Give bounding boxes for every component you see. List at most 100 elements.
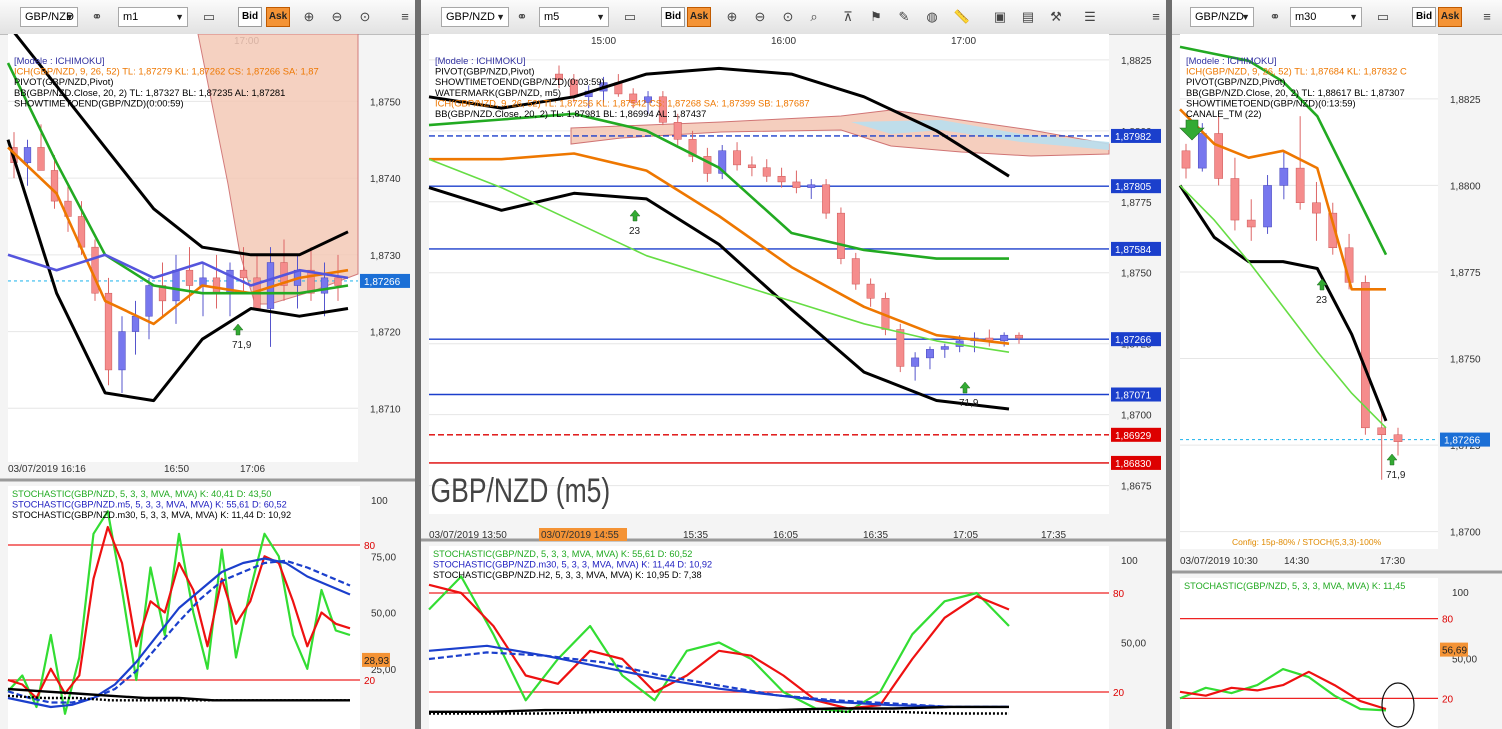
draw-icon[interactable]: ✎ xyxy=(895,7,913,27)
indicator-icon[interactable]: ⊼ xyxy=(839,7,857,27)
legend-line: PIVOT(GBP/NZD,Pivot) xyxy=(1186,76,1286,87)
oscillator-current-label: 28,93 xyxy=(364,656,389,667)
candle xyxy=(851,258,860,285)
zoom-reset-icon[interactable]: ⊙ xyxy=(356,7,374,27)
oscillator-tick-label: 50,00 xyxy=(371,609,396,620)
zoom-out-icon[interactable]: ⊖ xyxy=(751,7,769,27)
image-icon[interactable]: ▣ xyxy=(991,7,1009,27)
oscillator-tick-label: 100 xyxy=(1121,556,1138,567)
timeframe-select[interactable]: m1 ▼ xyxy=(118,7,188,27)
candle xyxy=(131,315,140,332)
bid-button[interactable]: Bid xyxy=(661,7,685,27)
candle xyxy=(1230,178,1240,221)
candle xyxy=(1214,133,1223,179)
current-price-label: 1,87266 xyxy=(364,277,401,288)
candle xyxy=(185,269,194,286)
chart-type-icon[interactable]: ▭ xyxy=(1374,7,1392,27)
candle xyxy=(1181,150,1191,169)
candle xyxy=(792,181,801,188)
symbol-select[interactable]: GBP/NZD ▼ xyxy=(441,7,509,27)
price-chart-m5[interactable]: 1,88251,88001,87751,87501,87251,87001,86… xyxy=(421,34,1166,729)
price-chart-m30[interactable]: 1,88251,88001,87751,87501,87251,87001,87… xyxy=(1172,34,1502,729)
candle xyxy=(762,167,771,177)
candle xyxy=(807,184,816,188)
x-tick-label: 03/07/2019 16:16 xyxy=(8,464,86,475)
legend-line: PIVOT(GBP/NZD,Pivot) xyxy=(14,76,114,87)
candle xyxy=(1197,133,1207,169)
candle xyxy=(673,122,682,140)
zoom-in-icon[interactable]: ⊕ xyxy=(300,7,318,27)
candle xyxy=(896,329,905,367)
oscillator-level-label: 20 xyxy=(364,676,376,687)
ask-button[interactable]: Ask xyxy=(687,7,711,27)
price-level-label: 1,87805 xyxy=(1115,182,1152,193)
top-time-label: 17:00 xyxy=(951,36,976,47)
x-tick-label: 16:50 xyxy=(164,464,189,475)
x-tick-label: 16:35 xyxy=(863,530,888,541)
oscillator-tick-label: 100 xyxy=(1452,588,1469,599)
timeframe-select[interactable]: m5 ▼ xyxy=(539,7,609,27)
timeframe-select[interactable]: m30 ▼ xyxy=(1290,7,1362,27)
zoom-reset-icon[interactable]: ⊙ xyxy=(779,7,797,27)
zoom-in-icon[interactable]: ⊕ xyxy=(723,7,741,27)
symbol-value: GBP/NZD xyxy=(446,11,495,23)
candle xyxy=(777,175,786,183)
y-tick-label: 1,8750 xyxy=(370,97,401,108)
oscillator-level-label: 80 xyxy=(364,541,376,552)
chart-type-icon[interactable]: ▭ xyxy=(200,7,218,27)
legend-line: SHOWTIMETOEND(GBP/NZD)(0:13:59) xyxy=(1186,97,1356,108)
candle xyxy=(836,212,845,259)
ruler-icon[interactable]: 📏 xyxy=(953,7,971,27)
candle xyxy=(1295,167,1305,203)
arrow-label: 71,9 xyxy=(959,398,979,409)
chevron-down-icon: ▼ xyxy=(596,12,605,22)
arrow-label: 71,9 xyxy=(1386,470,1406,481)
link-icon[interactable]: ⚭ xyxy=(1266,7,1284,27)
panel-menu-icon[interactable]: ≡ xyxy=(396,7,414,27)
candle xyxy=(1279,167,1289,186)
candle xyxy=(733,150,742,166)
oscillator-level-label: 80 xyxy=(1442,615,1454,626)
candle xyxy=(1393,434,1403,442)
y-tick-label: 1,8720 xyxy=(370,328,401,339)
x-tick-label: 17:05 xyxy=(953,530,978,541)
chart-type-icon[interactable]: ▭ xyxy=(621,7,639,27)
candle xyxy=(747,164,756,168)
y-tick-label: 1,8700 xyxy=(1450,528,1481,539)
candle xyxy=(926,349,934,359)
x-tick-label: 14:30 xyxy=(1284,556,1309,567)
link-icon[interactable]: ⚭ xyxy=(513,7,531,27)
alert-icon[interactable]: ⚑ xyxy=(867,7,885,27)
candle xyxy=(118,331,126,371)
bid-button[interactable]: Bid xyxy=(1412,7,1436,27)
candle xyxy=(1312,202,1321,214)
arrow-label: 23 xyxy=(629,226,641,237)
bid-button[interactable]: Bid xyxy=(238,7,262,27)
globe-icon[interactable]: ◍ xyxy=(923,7,941,27)
panel-menu-icon[interactable]: ≡ xyxy=(1478,7,1496,27)
current-price-label: 1,87266 xyxy=(1444,436,1481,447)
zoom-rect-icon[interactable]: ⌕ xyxy=(805,7,823,27)
ask-button[interactable]: Ask xyxy=(266,7,290,27)
symbol-select[interactable]: GBP/NZD ▼ xyxy=(20,7,78,27)
list-menu-icon[interactable]: ☰ xyxy=(1081,7,1099,27)
candle xyxy=(1000,334,1009,342)
y-tick-label: 1,8750 xyxy=(1450,355,1481,366)
panel-menu-icon[interactable]: ≡ xyxy=(1147,7,1165,27)
chart-window-m5: GBP/NZD ▼ ⚭ m5 ▼ ▭ Bid Ask ⊕ ⊖ ⊙ ⌕ ⊼ ⚑ ✎ ◍… xyxy=(421,0,1166,729)
price-level-label: 1,86929 xyxy=(1115,431,1152,442)
symbol-select[interactable]: GBP/NZD ▼ xyxy=(1190,7,1254,27)
zoom-out-icon[interactable]: ⊖ xyxy=(328,7,346,27)
legend-line: WATERMARK(GBP/NZD, m5) xyxy=(435,87,561,98)
price-chart-m1[interactable]: 1,87501,87401,87301,87201,871017:001,872… xyxy=(0,34,415,729)
price-level-label: 1,87266 xyxy=(1115,335,1152,346)
oscillator-plot-area xyxy=(1180,578,1438,729)
legend-line: PIVOT(GBP/NZD,Pivot) xyxy=(435,66,535,77)
y-tick-label: 1,8825 xyxy=(1121,56,1152,67)
x-tick-label: 03/07/2019 13:50 xyxy=(429,530,507,541)
candle xyxy=(940,346,949,350)
tools-icon[interactable]: ⚒ xyxy=(1047,7,1065,27)
link-icon[interactable]: ⚭ xyxy=(88,7,106,27)
ask-button[interactable]: Ask xyxy=(1438,7,1462,27)
templates-icon[interactable]: ▤ xyxy=(1019,7,1037,27)
